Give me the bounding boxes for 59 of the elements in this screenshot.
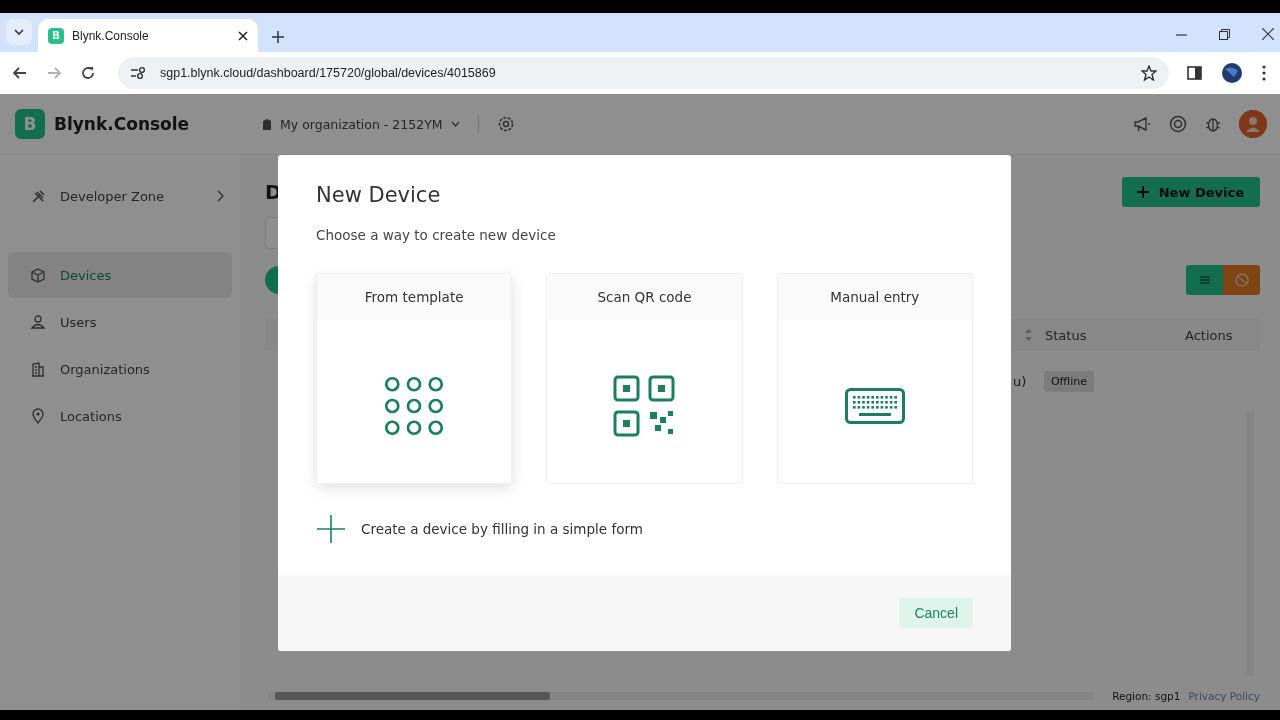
new-device-button[interactable]: New Device [1121, 177, 1260, 207]
megaphone-icon[interactable] [1133, 116, 1151, 132]
cancel-button[interactable]: Cancel [899, 598, 973, 628]
menu-icon[interactable] [1262, 65, 1266, 81]
back-icon[interactable] [12, 65, 28, 81]
table-cell-text: u) [1012, 373, 1028, 389]
sidebar-item[interactable]: Devices [8, 252, 232, 298]
tab-list-button[interactable] [6, 19, 32, 45]
settings-icon[interactable] [496, 115, 515, 133]
tab-title: Blynk.Console [72, 28, 150, 43]
status-badge: Offline [1043, 370, 1094, 392]
user-icon [30, 314, 46, 330]
profile-avatar[interactable] [1222, 63, 1242, 83]
reload-icon[interactable] [80, 65, 96, 81]
close-icon[interactable] [238, 30, 248, 41]
manual-form-link[interactable]: Create a device by filling in a simple form [361, 521, 643, 537]
favicon: B [48, 27, 64, 44]
organization-selector[interactable]: My organization - 2152YM [280, 116, 443, 132]
chevron-down-icon [14, 29, 24, 35]
lifebuoy-icon[interactable] [1169, 115, 1187, 133]
building-icon [262, 118, 272, 130]
tools-icon [30, 188, 46, 204]
cube-icon [30, 267, 46, 283]
sidebar-item[interactable]: Users [8, 299, 232, 345]
side-panel-icon[interactable] [1187, 66, 1202, 80]
chevron-down-icon[interactable] [450, 121, 460, 127]
restore-icon[interactable] [1219, 28, 1230, 40]
list-icon [1199, 276, 1210, 284]
column-header: Status [1045, 327, 1088, 343]
new-tab-icon[interactable] [272, 31, 284, 43]
qr-code-icon [613, 374, 676, 437]
logo: B [15, 109, 45, 139]
star-icon[interactable] [1141, 65, 1157, 81]
site-settings-icon[interactable] [130, 66, 146, 80]
user-avatar[interactable] [1239, 110, 1267, 138]
dialog-title: New Device [316, 183, 442, 207]
column-header: Actions [1185, 327, 1234, 343]
sidebar-item[interactable]: Organizations [8, 346, 232, 392]
brand-name: Blynk.Console [54, 114, 190, 134]
privacy-policy-link[interactable]: Privacy Policy [1188, 690, 1260, 702]
building-icon [30, 361, 46, 377]
option-card[interactable]: Scan QR code [546, 273, 743, 484]
close-icon[interactable] [1262, 28, 1274, 40]
plus-icon[interactable] [316, 514, 346, 544]
option-card[interactable]: Manual entry [776, 273, 973, 484]
browser-tab[interactable]: B Blynk.Console [38, 19, 258, 52]
plus-icon [1136, 186, 1149, 198]
sidebar-item[interactable]: Locations [8, 393, 232, 439]
dot-grid-icon [384, 375, 445, 436]
chevron-right-icon [217, 190, 224, 202]
bug-icon[interactable] [1205, 115, 1221, 133]
address-bar[interactable]: sgp1.blynk.cloud/dashboard/175720/global/devices/4015869 [118, 57, 1169, 89]
location-pin-icon [30, 408, 46, 424]
keyboard-icon [844, 387, 905, 424]
option-card[interactable]: From template [316, 273, 513, 484]
dialog-subtitle: Choose a way to create new device [316, 227, 557, 243]
region-label: Region: sgp1 [1112, 690, 1181, 702]
scrollbar-thumb[interactable] [275, 692, 550, 700]
sidebar-item[interactable]: Developer Zone [8, 173, 232, 219]
